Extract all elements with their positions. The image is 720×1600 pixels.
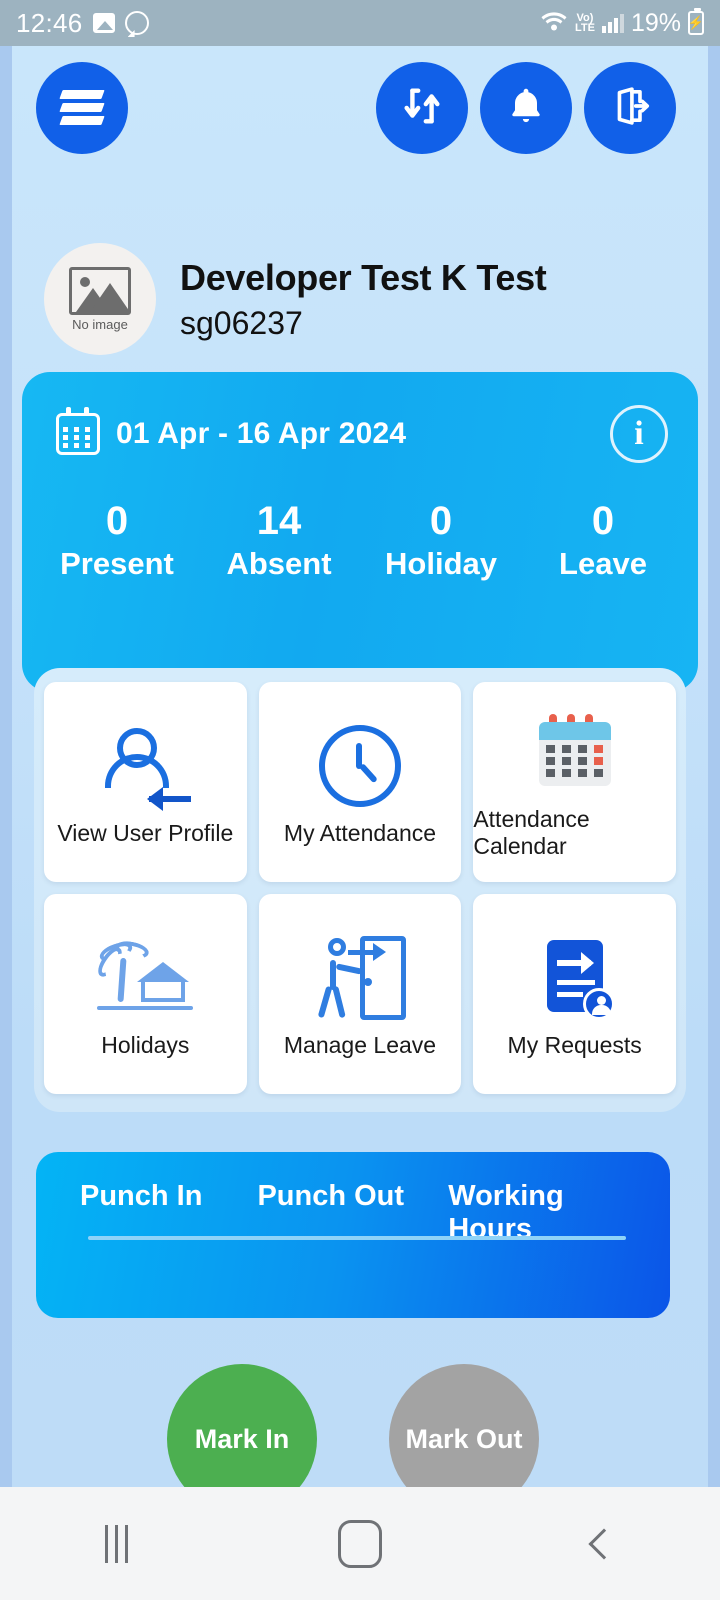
stat-value: 0 [429, 499, 453, 543]
bell-icon [504, 84, 548, 133]
tile-my-requests[interactable]: My Requests [473, 894, 676, 1094]
profile-employee-id: sg06237 [180, 304, 303, 341]
tile-label: My Requests [507, 1031, 642, 1058]
notifications-button[interactable] [480, 62, 572, 154]
stat-leave: 0 Leave [522, 500, 684, 582]
menu-grid: View User Profile My Attendance Attendan… [44, 682, 676, 1094]
status-bar-right: Vo) LTE 19% ⚡ [540, 8, 704, 38]
palm-house-icon [94, 930, 194, 1026]
sync-icon [399, 83, 445, 134]
stat-label: Holiday [385, 546, 497, 581]
tile-holidays[interactable]: Holidays [44, 894, 247, 1094]
summary-header: 01 Apr - 16 Apr 2024 i [56, 405, 668, 463]
stat-label: Present [60, 546, 174, 581]
summary-stats: 0 Present 14 Absent 0 Holiday 0 Leave [36, 500, 684, 582]
tile-label: Attendance Calendar [473, 806, 590, 859]
status-bar: 12:46 Vo) LTE 19% ⚡ [0, 0, 720, 46]
stat-value: 14 [256, 499, 302, 543]
back-icon[interactable] [588, 1527, 620, 1560]
recents-icon[interactable] [105, 1524, 129, 1563]
sync-button[interactable] [376, 62, 468, 154]
menu-panel: View User Profile My Attendance Attendan… [34, 668, 686, 1112]
android-nav-bar [0, 1487, 720, 1600]
tile-my-attendance[interactable]: My Attendance [258, 682, 462, 882]
status-bar-left: 12:46 [16, 8, 149, 39]
status-time: 12:46 [16, 7, 83, 38]
gallery-icon [92, 13, 115, 33]
info-icon[interactable]: i [610, 405, 668, 463]
tile-label: My Attendance [283, 819, 437, 846]
logout-button[interactable] [584, 62, 676, 154]
mark-in-button[interactable]: Mark In [167, 1364, 317, 1487]
tile-attendance-calendar[interactable]: Attendance Calendar [473, 682, 676, 882]
calendar-range-icon [56, 407, 100, 455]
phone-screen: 12:46 Vo) LTE 19% ⚡ No image Developer T… [0, 0, 720, 1600]
volte-icon: Vo) LTE [574, 12, 595, 34]
avatar: No image [44, 243, 156, 355]
whatsapp-icon [124, 11, 149, 35]
punch-card: Punch In Punch Out Working Hours [36, 1152, 670, 1318]
left-edge [0, 46, 12, 1487]
clock-icon [318, 718, 401, 814]
avatar-caption: No image [72, 316, 128, 332]
wifi-icon [540, 10, 568, 37]
app-header [36, 62, 684, 162]
profile-name: Developer Test K Test [180, 256, 547, 298]
profile-info: Developer Test K Test sg06237 [180, 256, 547, 342]
date-range-label: 01 Apr - 16 Apr 2024 [116, 417, 407, 450]
user-profile-icon [103, 718, 192, 814]
stat-present: 0 Present [36, 500, 198, 582]
profile-row[interactable]: No image Developer Test K Test sg06237 [44, 243, 664, 355]
attendance-summary-card: 01 Apr - 16 Apr 2024 i 0 Present 14 Abse… [22, 372, 698, 692]
stat-label: Absent [226, 546, 332, 581]
logout-icon [607, 83, 653, 134]
home-icon[interactable] [338, 1519, 383, 1568]
tile-label: View User Profile [57, 819, 234, 846]
calendar-icon [535, 704, 615, 800]
stat-value: 0 [591, 499, 615, 543]
signal-icon [601, 13, 624, 33]
tile-manage-leave[interactable]: Manage Leave [258, 894, 462, 1094]
tile-label: Manage Leave [283, 1031, 437, 1058]
right-edge [708, 46, 720, 1487]
app-logo-icon [59, 86, 105, 130]
app-logo-button[interactable] [36, 62, 128, 154]
person-exit-icon [314, 930, 406, 1026]
battery-icon: ⚡ [688, 8, 704, 35]
tile-view-user-profile[interactable]: View User Profile [44, 682, 247, 882]
stat-value: 0 [105, 499, 129, 543]
punch-divider [88, 1236, 626, 1240]
mark-out-button[interactable]: Mark Out [389, 1364, 539, 1487]
document-request-icon [533, 930, 617, 1026]
no-image-icon [69, 266, 131, 315]
app-content: No image Developer Test K Test sg06237 0… [0, 46, 720, 1487]
battery-percent: 19% [630, 8, 681, 37]
stat-holiday: 0 Holiday [360, 500, 522, 582]
stat-absent: 14 Absent [198, 500, 360, 582]
stat-label: Leave [559, 546, 647, 581]
mark-buttons: Mark In Mark Out [0, 1364, 720, 1487]
tile-label: Holidays [101, 1031, 190, 1058]
